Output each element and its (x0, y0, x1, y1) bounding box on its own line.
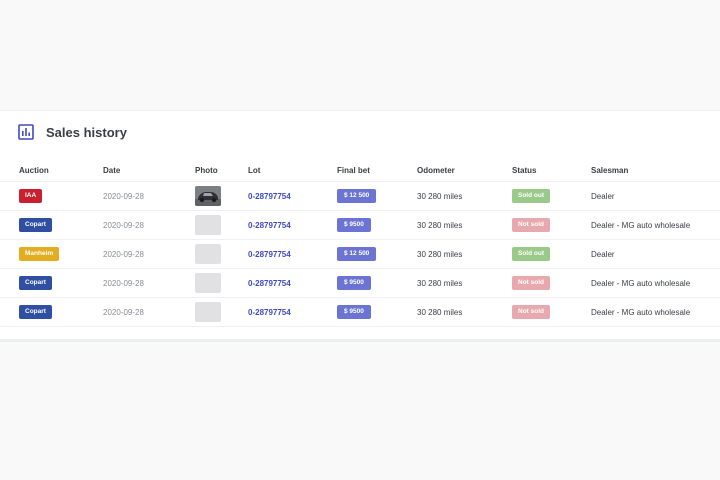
auction-cell: IAA (0, 181, 103, 211)
odometer-cell: 30 280 miles (417, 181, 512, 211)
auction-cell: Copart (0, 297, 103, 327)
date-cell: 2020-09-28 (103, 210, 195, 240)
odometer-cell: 30 280 miles (417, 239, 512, 269)
final-bet-cell: $ 9500 (337, 210, 417, 240)
table-row: Copart 2020-09-28 0-28797754 $ 9500 30 2… (0, 297, 720, 327)
lot-cell: 0-28797754 (248, 268, 337, 298)
auction-cell: Copart (0, 268, 103, 298)
photo-thumbnail[interactable] (195, 302, 221, 322)
column-header-photo: Photo (195, 165, 218, 175)
salesman-cell: Dealer - MG auto wholesale (591, 268, 720, 298)
lot-link[interactable]: 0-28797754 (248, 279, 291, 288)
sales-history-table: Auction Date Photo Lot Final bet Odomete… (0, 159, 720, 327)
salesman-cell: Dealer - MG auto wholesale (591, 210, 720, 240)
auction-cell: Copart (0, 210, 103, 240)
table-row: Copart 2020-09-28 0-28797754 $ 9500 30 2… (0, 210, 720, 240)
lot-link[interactable]: 0-28797754 (248, 308, 291, 317)
final-bet-cell: $ 12 500 (337, 181, 417, 211)
final-bet-badge: $ 12 500 (337, 189, 377, 203)
status-cell: Not sold (512, 268, 591, 298)
date-cell: 2020-09-28 (103, 297, 195, 327)
lot-cell: 0-28797754 (248, 297, 337, 327)
status-cell: Sold out (512, 181, 591, 211)
photo-thumbnail[interactable] (195, 244, 221, 264)
lot-cell: 0-28797754 (248, 239, 337, 269)
status-badge: Not sold (512, 276, 550, 290)
status-cell: Not sold (512, 210, 591, 240)
photo-cell (195, 181, 248, 211)
status-badge: Sold out (512, 247, 550, 261)
auction-badge[interactable]: IAA (19, 189, 43, 203)
odometer-cell: 30 280 miles (417, 268, 512, 298)
final-bet-badge: $ 12 500 (337, 247, 377, 261)
status-badge: Not sold (512, 218, 550, 232)
status-cell: Not sold (512, 297, 591, 327)
auction-badge[interactable]: Copart (19, 305, 52, 319)
final-bet-cell: $ 9500 (337, 268, 417, 298)
photo-thumbnail[interactable] (195, 215, 221, 235)
lot-cell: 0-28797754 (248, 181, 337, 211)
status-cell: Sold out (512, 239, 591, 269)
card-header: Sales history (18, 121, 127, 143)
date-cell: 2020-09-28 (103, 181, 195, 211)
final-bet-cell: $ 9500 (337, 297, 417, 327)
table-row: Copart 2020-09-28 0-28797754 $ 9500 30 2… (0, 268, 720, 298)
section-title: Sales history (46, 124, 127, 140)
status-badge: Not sold (512, 305, 550, 319)
auction-badge[interactable]: Manheim (19, 247, 60, 261)
lot-link[interactable]: 0-28797754 (248, 250, 291, 259)
photo-cell (195, 239, 248, 269)
salesman-cell: Dealer - MG auto wholesale (591, 297, 720, 327)
auction-badge[interactable]: Copart (19, 218, 52, 232)
column-header-odometer: Odometer (417, 165, 455, 175)
lot-link[interactable]: 0-28797754 (248, 192, 291, 201)
bar-chart-icon (18, 124, 34, 140)
final-bet-badge: $ 9500 (337, 218, 371, 232)
photo-cell (195, 297, 248, 327)
final-bet-cell: $ 12 500 (337, 239, 417, 269)
photo-cell (195, 210, 248, 240)
lot-cell: 0-28797754 (248, 210, 337, 240)
auction-cell: Manheim (0, 239, 103, 269)
date-cell: 2020-09-28 (103, 268, 195, 298)
date-cell: 2020-09-28 (103, 239, 195, 269)
table-row: IAA 2020-09-28 0-28797754 $ 12 500 30 28… (0, 181, 720, 211)
table-header-row: Auction Date Photo Lot Final bet Odomete… (0, 159, 720, 182)
column-header-status: Status (512, 165, 537, 175)
column-header-auction: Auction (19, 165, 49, 175)
table-row: Manheim 2020-09-28 0-28797754 $ 12 500 3… (0, 239, 720, 269)
odometer-cell: 30 280 miles (417, 297, 512, 327)
column-header-lot: Lot (248, 165, 261, 175)
status-badge: Sold out (512, 189, 550, 203)
salesman-cell: Dealer (591, 181, 720, 211)
column-header-final-bet: Final bet (337, 165, 370, 175)
sales-history-card: Sales history Auction Date Photo Lot Fin… (0, 110, 720, 342)
salesman-cell: Dealer (591, 239, 720, 269)
column-header-salesman: Salesman (591, 165, 629, 175)
final-bet-badge: $ 9500 (337, 305, 371, 319)
odometer-cell: 30 280 miles (417, 210, 512, 240)
photo-cell (195, 268, 248, 298)
auction-badge[interactable]: Copart (19, 276, 52, 290)
lot-link[interactable]: 0-28797754 (248, 221, 291, 230)
column-header-date: Date (103, 165, 121, 175)
car-photo-thumbnail[interactable] (195, 186, 221, 206)
photo-thumbnail[interactable] (195, 273, 221, 293)
final-bet-badge: $ 9500 (337, 276, 371, 290)
